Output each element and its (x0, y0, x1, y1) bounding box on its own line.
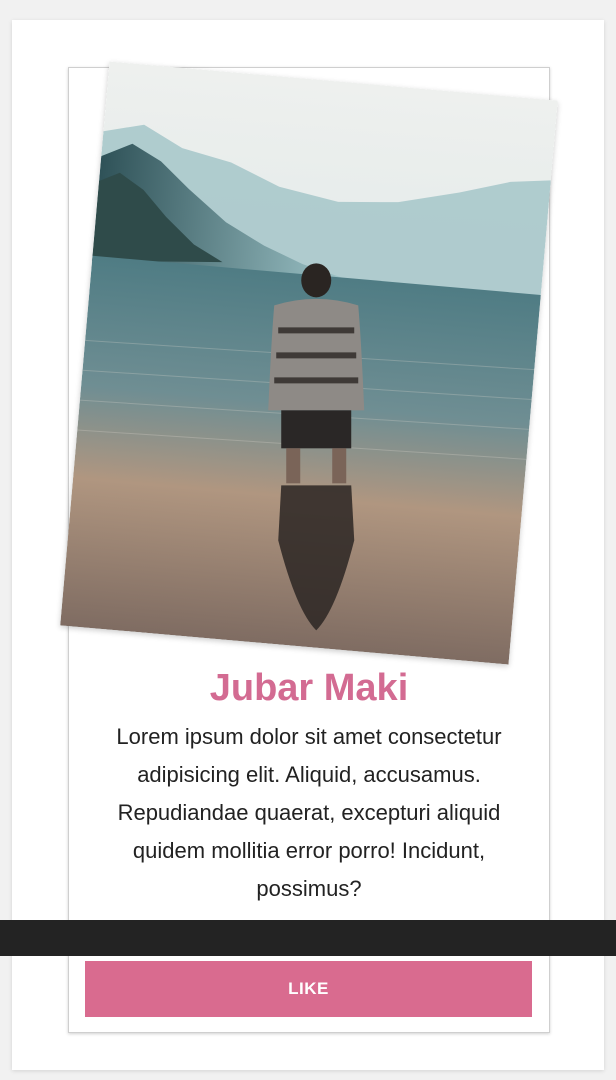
like-button[interactable]: LIKE (85, 961, 532, 1017)
profile-description: Lorem ipsum dolor sit amet consectetur a… (116, 724, 502, 901)
overlay-bar (0, 920, 616, 956)
profile-photo-image (60, 61, 558, 665)
profile-photo (60, 61, 558, 665)
profile-name: Jubar Maki (209, 667, 409, 709)
